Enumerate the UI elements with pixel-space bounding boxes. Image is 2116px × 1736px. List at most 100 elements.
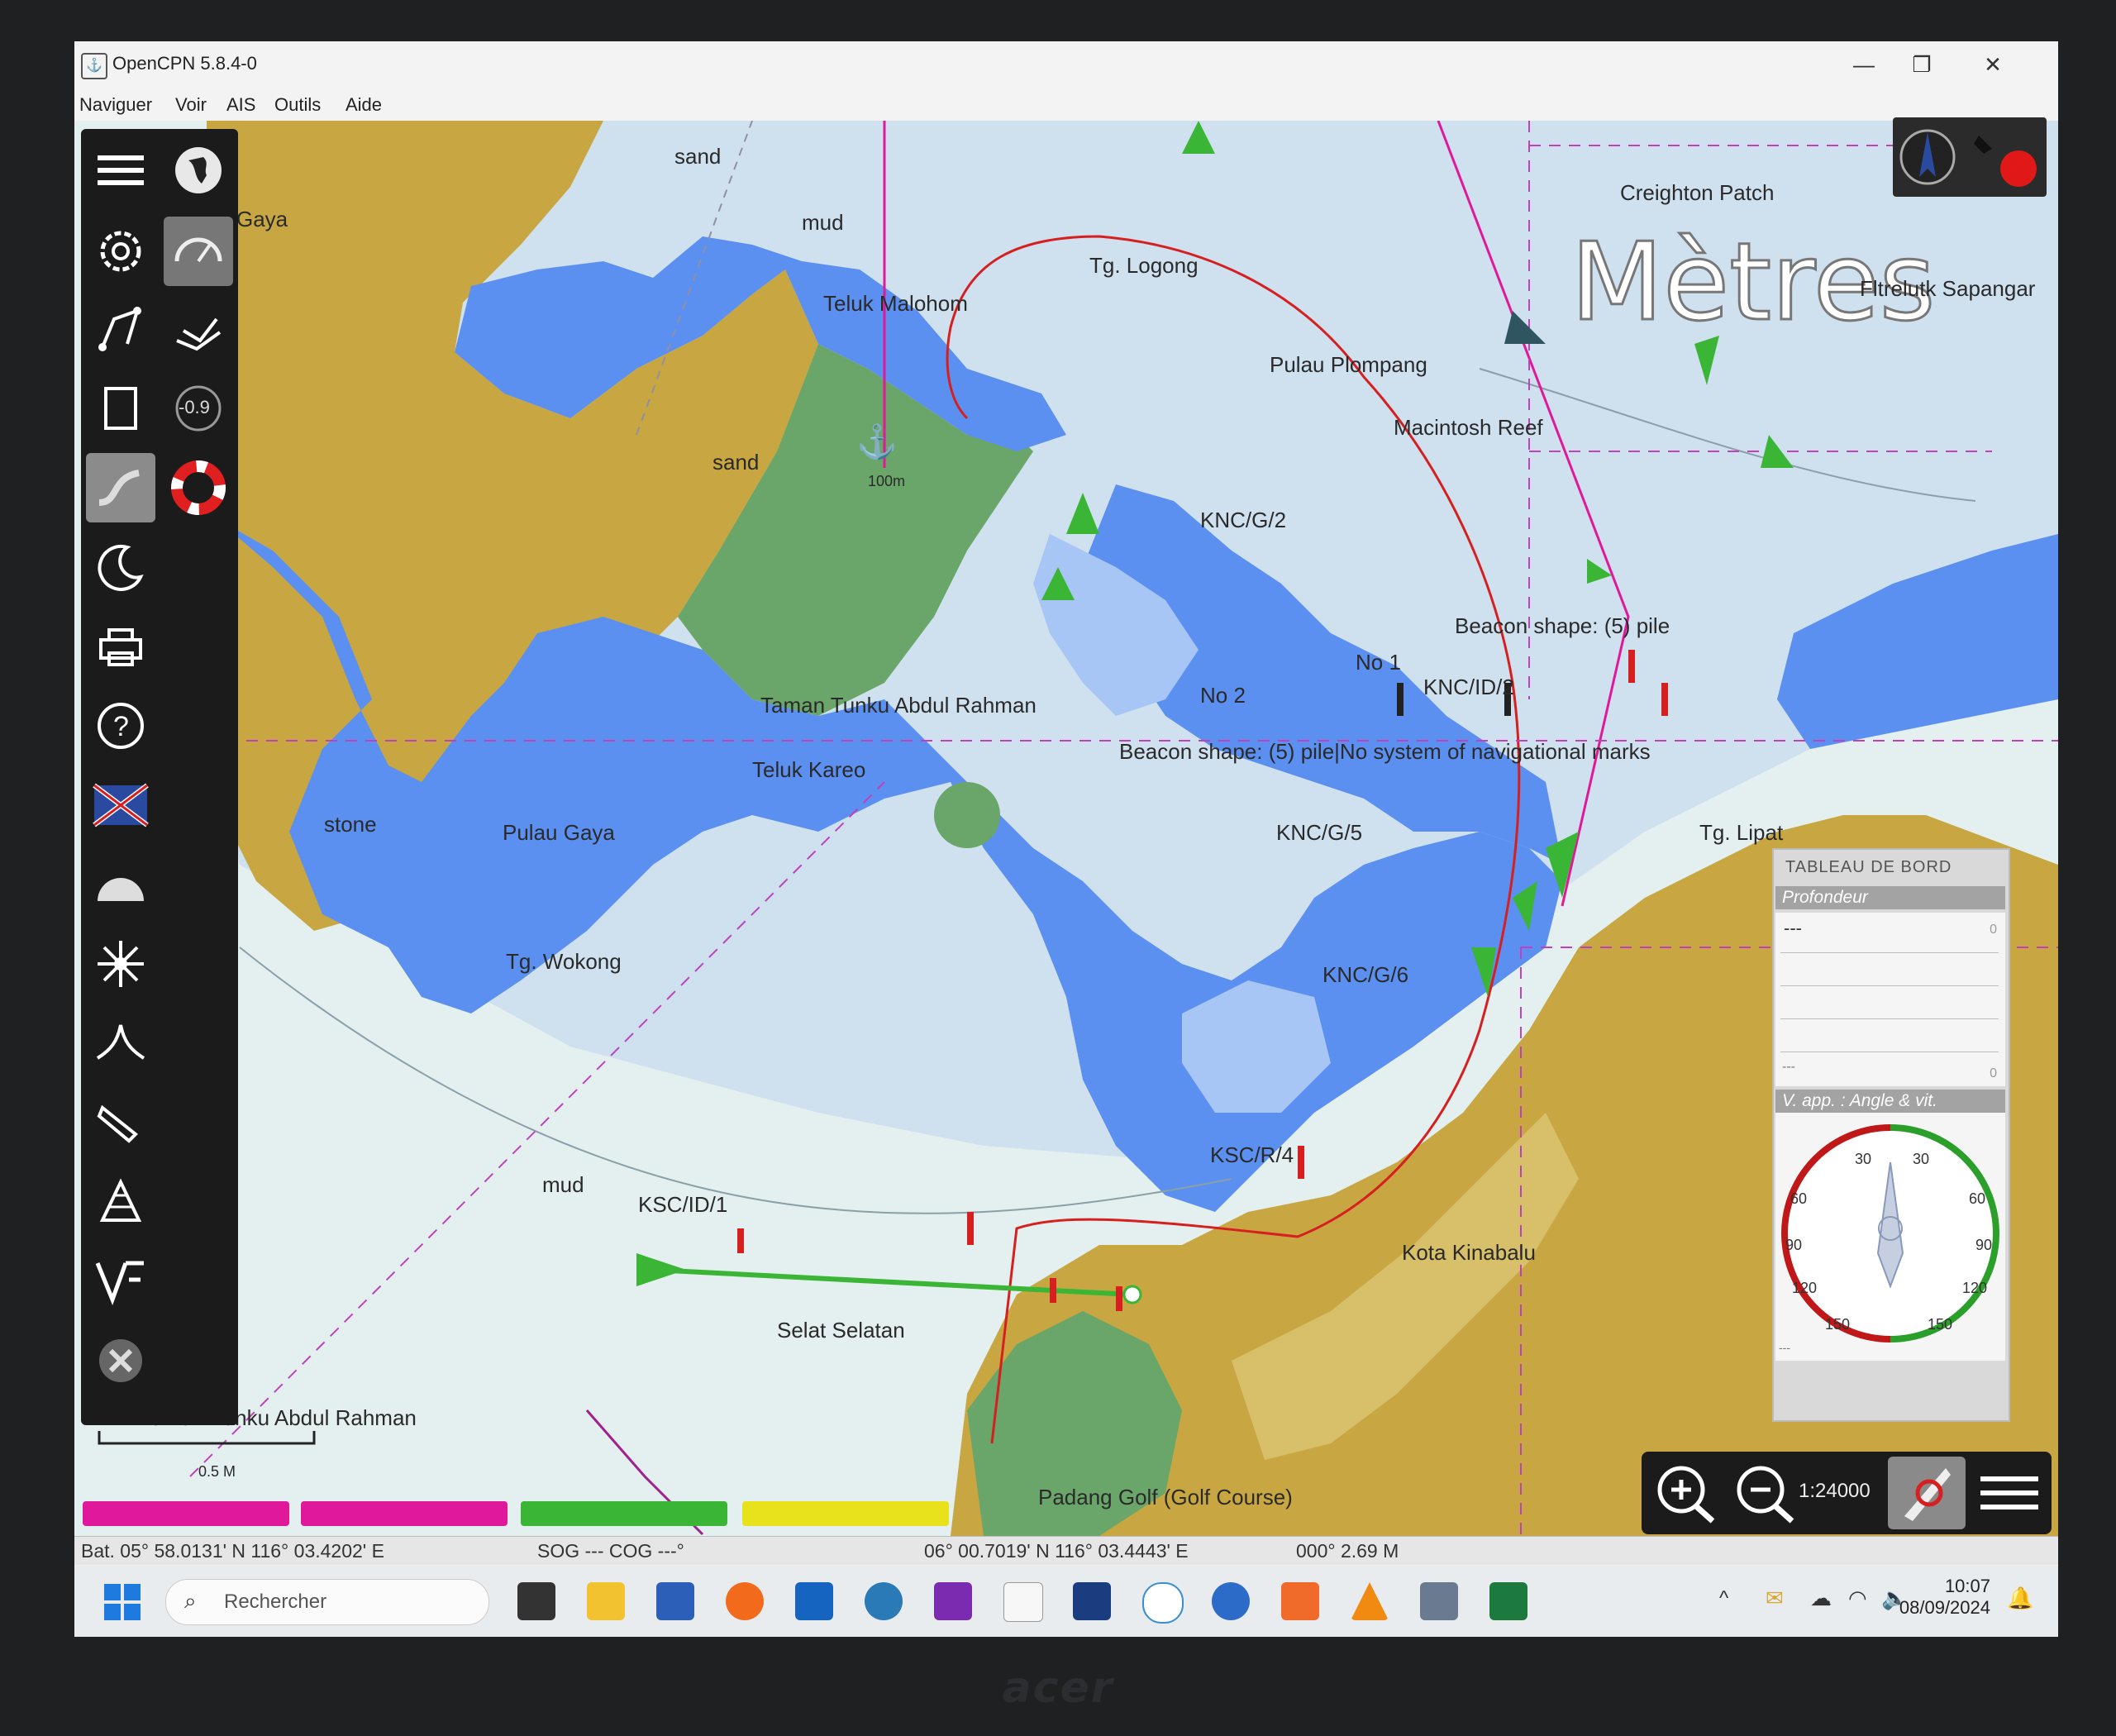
black-beacon-icon	[1397, 683, 1404, 716]
maximize-button[interactable]: ❐	[1893, 46, 1951, 83]
chart-label: Beacon shape: (5) pile	[1455, 613, 1670, 638]
settings-icon[interactable]	[86, 217, 155, 286]
firefox-icon[interactable]	[726, 1582, 764, 1620]
route-bar-1[interactable]	[83, 1501, 289, 1526]
wifi-icon[interactable]: ◠	[1848, 1586, 1867, 1611]
zoom-in-icon[interactable]	[1648, 1460, 1723, 1526]
red-beacon-icon	[1116, 1286, 1122, 1311]
chart-label: KNC/G/2	[1200, 508, 1287, 532]
chart-label: Tg. Lipat	[1699, 820, 1784, 845]
excel-icon[interactable]	[1489, 1582, 1527, 1620]
pro-ais-icon[interactable]	[1073, 1582, 1111, 1620]
powershell-icon[interactable]	[656, 1582, 694, 1620]
windows-start-icon[interactable]	[104, 1584, 141, 1620]
wind-label: 150	[1928, 1316, 1953, 1333]
logo-icon[interactable]	[86, 1326, 155, 1395]
record-icon[interactable]	[2000, 150, 2037, 187]
taskbar-search[interactable]: ⌕ Rechercher	[165, 1579, 489, 1625]
dashboard-panel: TABLEAU DE BORD Profondeur --- 0 --- 0 V…	[1772, 848, 2010, 1422]
files-icon[interactable]	[86, 374, 155, 443]
chart-label: Selat Selatan	[777, 1318, 905, 1343]
depth-value: ---	[1784, 918, 1802, 938]
track-icon[interactable]	[86, 453, 155, 522]
nautical-chart[interactable]: ⚓ Mètres Gaya sand mud Teluk Malohom Tg.…	[74, 120, 2058, 1536]
notification-bell-icon[interactable]: 🔔	[2007, 1586, 2033, 1611]
night-mode-icon[interactable]	[86, 532, 155, 602]
depth-grid-line	[1780, 1018, 1999, 1019]
plugin-icon[interactable]	[86, 929, 155, 999]
minimize-button[interactable]: —	[1835, 46, 1893, 83]
mail-icon[interactable]: ✉	[1766, 1586, 1784, 1611]
print-icon[interactable]	[86, 612, 155, 681]
calculator-icon[interactable]	[1420, 1582, 1458, 1620]
ship-position: Bat. 05° 58.0131' N 116° 03.4202' E	[81, 1540, 384, 1562]
help-icon[interactable]: ?	[86, 691, 155, 761]
vf-icon[interactable]	[86, 1247, 155, 1316]
search-icon: ⌕	[184, 1588, 197, 1613]
chevron-up-icon[interactable]: ^	[1719, 1587, 1728, 1610]
taskbar-clock[interactable]: 10:07 08/09/2024	[1883, 1576, 1990, 1619]
lifebuoy-icon[interactable]	[164, 453, 233, 522]
island-small	[934, 782, 1000, 848]
route-waypoint[interactable]	[1122, 1285, 1142, 1304]
menu-outils[interactable]: Outils	[274, 94, 321, 116]
route-bar-3[interactable]	[521, 1501, 727, 1526]
scale-readout[interactable]: 1:24000	[1799, 1480, 1871, 1503]
close-button[interactable]: ✕	[1964, 46, 2022, 83]
radar-icon[interactable]	[86, 1167, 155, 1237]
flag-icon[interactable]	[86, 770, 155, 840]
window-title: OpenCPN 5.8.4-0	[112, 53, 257, 74]
globe-icon[interactable]	[164, 136, 233, 205]
menu-voir[interactable]: Voir	[175, 94, 207, 116]
red-beacon-icon	[737, 1228, 744, 1253]
zoom-out-icon[interactable]	[1728, 1460, 1802, 1526]
route-bar-4[interactable]	[742, 1501, 949, 1526]
wind-label: 120	[1792, 1280, 1818, 1296]
waypoints-icon[interactable]	[164, 294, 233, 364]
depth-scale-bottom: 0	[1990, 1066, 1997, 1080]
dashboard-icon[interactable]	[86, 850, 155, 919]
m-app-icon[interactable]	[1212, 1582, 1250, 1620]
terminal-icon[interactable]	[517, 1582, 555, 1620]
route-bar-2[interactable]	[301, 1501, 508, 1526]
chart-label: Tg. Wokong	[506, 949, 622, 974]
chart-label: mud	[802, 210, 844, 235]
pin-icon[interactable]	[1974, 136, 1992, 154]
vlc-icon[interactable]	[1351, 1582, 1389, 1620]
wind-label: 120	[1962, 1280, 1988, 1296]
chart-label: Padang Golf (Golf Course)	[1038, 1485, 1293, 1509]
anchor-icon[interactable]: ⚓	[856, 422, 898, 460]
gauge-icon[interactable]	[164, 217, 233, 286]
hamburger-menu-icon[interactable]	[1972, 1460, 2047, 1526]
arrow-icon[interactable]	[86, 1088, 155, 1157]
sog-cog: SOG --- COG ---°	[537, 1540, 684, 1562]
follow-ship-icon[interactable]	[1888, 1457, 1966, 1529]
dashboard-title: TABLEAU DE BORD	[1785, 858, 1952, 876]
folder-icon[interactable]	[587, 1582, 625, 1620]
clock-time: 10:07	[1944, 1576, 1990, 1596]
route-icon[interactable]	[86, 294, 155, 364]
orange-app-icon[interactable]	[1281, 1582, 1319, 1620]
svg-text:?: ?	[113, 711, 129, 742]
menu-icon[interactable]	[86, 136, 155, 205]
red-beacon-icon	[1298, 1146, 1304, 1179]
chart-label: 100m	[868, 473, 906, 489]
globe-app-icon[interactable]	[865, 1582, 903, 1620]
cursor-position: 06° 00.7019' N 116° 03.4443' E	[924, 1540, 1189, 1562]
menu-ais[interactable]: AIS	[226, 94, 255, 116]
chart-label: Kota Kinabalu	[1402, 1240, 1536, 1265]
menu-naviguer[interactable]: Naviguer	[79, 94, 152, 116]
wind-label: 30	[1855, 1151, 1872, 1167]
red-beacon-icon	[1628, 650, 1635, 683]
chart-label: Pulau Gaya	[503, 820, 615, 845]
outlook-icon[interactable]	[795, 1582, 833, 1620]
tide-icon[interactable]: -0.9	[164, 374, 233, 443]
navigation-app-icon[interactable]	[1142, 1582, 1184, 1624]
north-up-compass-icon[interactable]	[1899, 129, 1956, 185]
wind-label: 150	[1825, 1316, 1851, 1333]
opencpn-icon[interactable]	[1003, 1582, 1043, 1622]
menu-aide[interactable]: Aide	[346, 94, 382, 116]
cloud-icon[interactable]: ☁	[1810, 1586, 1832, 1611]
onenote-icon[interactable]	[934, 1582, 972, 1620]
curve-icon[interactable]	[86, 1009, 155, 1078]
